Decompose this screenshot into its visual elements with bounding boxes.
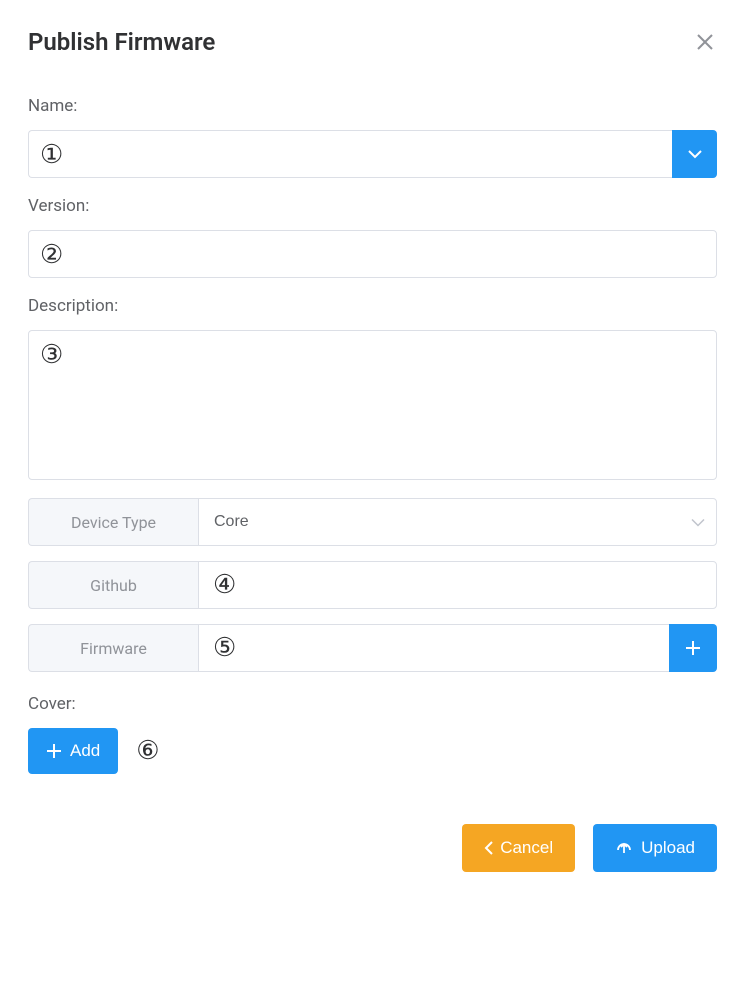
description-label: Description:: [28, 296, 717, 316]
version-group: Version: ②: [28, 196, 717, 278]
github-label: Github: [28, 561, 198, 609]
name-label: Name:: [28, 96, 717, 116]
description-input[interactable]: [28, 330, 717, 480]
firmware-input[interactable]: [198, 624, 669, 672]
firmware-row: Firmware ⑤: [28, 624, 717, 672]
description-group: Description: ③: [28, 296, 717, 480]
add-cover-label: Add: [70, 741, 100, 761]
cancel-button[interactable]: Cancel: [462, 824, 575, 872]
github-input[interactable]: [198, 561, 717, 609]
device-type-select-wrapper: [198, 498, 717, 546]
close-button[interactable]: [693, 30, 717, 54]
device-type-label: Device Type: [28, 498, 198, 546]
add-cover-button[interactable]: Add: [28, 728, 118, 774]
upload-button[interactable]: Upload: [593, 824, 717, 872]
cover-group: Cover: Add ⑥: [28, 694, 717, 774]
close-icon: [696, 33, 714, 51]
name-input-wrapper: ①: [28, 130, 717, 178]
name-group: Name: ①: [28, 96, 717, 178]
add-firmware-button[interactable]: [669, 624, 717, 672]
plus-icon: [684, 639, 702, 657]
description-input-wrapper: ③: [28, 330, 717, 480]
cover-marker: ⑥: [136, 736, 159, 766]
firmware-label: Firmware: [28, 624, 198, 672]
version-label: Version:: [28, 196, 717, 216]
dialog-footer: Cancel Upload: [28, 824, 717, 872]
chevron-down-icon: [687, 149, 703, 159]
cancel-label: Cancel: [500, 838, 553, 858]
device-type-select[interactable]: [198, 498, 717, 546]
upload-icon: [615, 839, 633, 857]
cover-row: Add ⑥: [28, 728, 717, 774]
device-type-row: Device Type: [28, 498, 717, 546]
dialog-header: Publish Firmware: [28, 28, 717, 56]
github-row: Github ④: [28, 561, 717, 609]
name-input[interactable]: [28, 130, 672, 178]
version-input[interactable]: [28, 230, 717, 278]
upload-label: Upload: [641, 838, 695, 858]
plus-icon: [46, 743, 62, 759]
dialog-title: Publish Firmware: [28, 28, 215, 56]
version-input-wrapper: ②: [28, 230, 717, 278]
cover-label: Cover:: [28, 694, 717, 714]
chevron-left-icon: [484, 840, 494, 856]
name-dropdown-button[interactable]: [672, 130, 717, 178]
